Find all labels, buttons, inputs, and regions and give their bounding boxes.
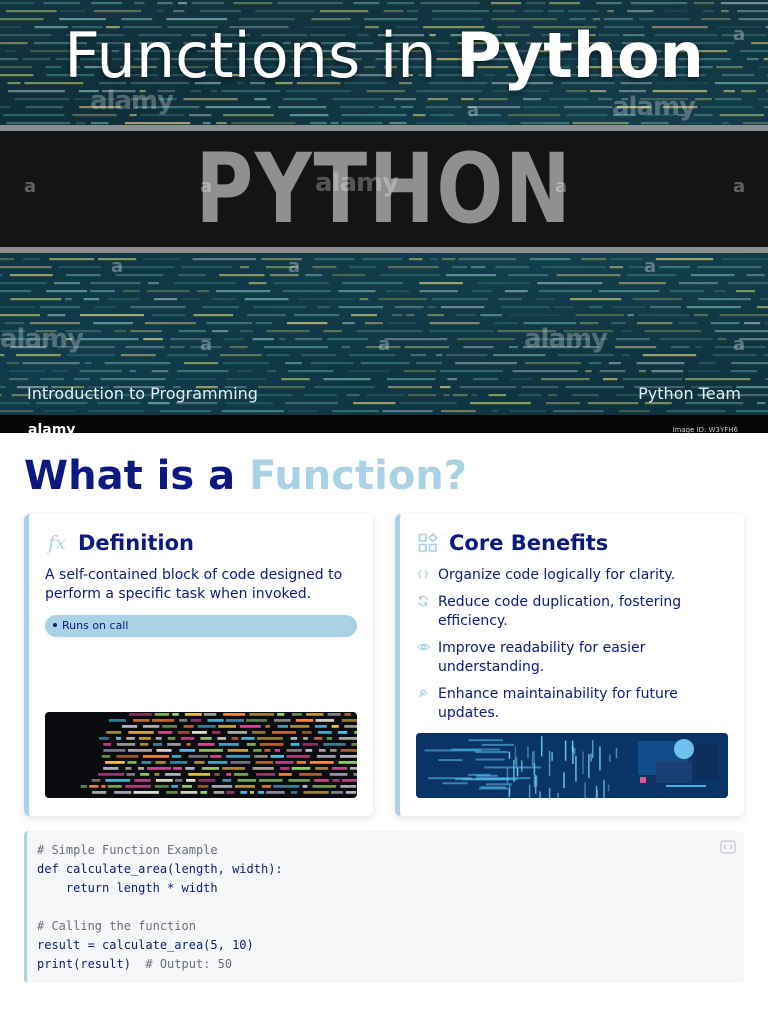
image-credit-strip: alamy Image ID: W3YFH6 xyxy=(0,415,768,433)
code-statement: def calculate_area(length, width): xyxy=(37,862,283,876)
code-line: # Calling the function xyxy=(37,917,283,936)
code-lines: # Simple Function Example def calculate_a… xyxy=(37,841,283,974)
code-line: def calculate_area(length, width): xyxy=(37,860,283,879)
section-heading: What is a Function? xyxy=(24,452,467,500)
code-view-icon[interactable] xyxy=(720,839,736,855)
definition-card: fx Definition A self-contained block of … xyxy=(24,514,373,816)
watermark: alamy xyxy=(524,324,608,354)
benefit-text: Enhance maintainability for future updat… xyxy=(438,686,678,721)
benefits-card-header: Core Benefits xyxy=(417,530,608,556)
hero-title-bold: Python xyxy=(456,19,704,92)
code-line: print(result) # Output: 50 xyxy=(37,955,283,974)
watermark: alamy xyxy=(90,86,174,116)
hero-title-regular: Functions in xyxy=(64,19,457,92)
watermark-letter: a xyxy=(467,100,480,121)
code-comment: # Calling the function xyxy=(37,919,196,933)
watermark: alamy xyxy=(612,92,696,122)
watermark-letter: a xyxy=(200,334,213,355)
code-statement: print(result) xyxy=(37,957,131,971)
benefits-title: Core Benefits xyxy=(449,531,609,555)
hero-subtitle: Introduction to Programming xyxy=(27,384,258,403)
benefit-text: Improve readability for easier understan… xyxy=(438,640,646,675)
tech-dashboard-graphic xyxy=(416,733,728,798)
badge-label: Runs on call xyxy=(62,619,129,632)
bullet-dot xyxy=(53,623,57,627)
watermark: alamy xyxy=(0,324,84,354)
hero-banner: Functions in Python PYTHON alamy alamy a… xyxy=(0,0,768,433)
watermark-letter: a xyxy=(644,256,657,277)
list-item: Organize code logically for clarity. xyxy=(416,566,732,585)
fx-icon: fx xyxy=(48,532,66,554)
benefits-card: Core Benefits Organize code logically fo… xyxy=(395,514,744,816)
code-line: result = calculate_area(5, 10) xyxy=(37,936,283,955)
list-item: Reduce code duplication, fostering effic… xyxy=(416,593,732,631)
code-line: return length * width xyxy=(37,879,283,898)
alamy-logo: alamy xyxy=(28,423,76,433)
code-brackets-icon xyxy=(416,568,430,582)
watermark-letter: a xyxy=(378,334,391,355)
code-line: # Simple Function Example xyxy=(37,841,283,860)
list-item: Improve readability for easier understan… xyxy=(416,639,732,677)
shapes-icon xyxy=(417,532,439,554)
definition-title: Definition xyxy=(78,531,195,555)
code-example-block[interactable]: # Simple Function Example def calculate_a… xyxy=(24,831,744,983)
benefits-list: Organize code logically for clarity. Red… xyxy=(416,566,732,731)
eye-icon xyxy=(416,641,430,655)
image-id: Image ID: W3YFH6 xyxy=(672,427,738,433)
code-comment: # Output: 50 xyxy=(130,957,233,971)
tech-dashboard-image xyxy=(416,733,728,798)
code-screen-image xyxy=(45,712,357,798)
heading-accent: Function? xyxy=(249,453,467,499)
code-statement: return length * width xyxy=(37,881,218,895)
hero-title: Functions in Python xyxy=(0,20,768,92)
runs-on-call-badge: Runs on call xyxy=(45,615,357,637)
definition-card-header: fx Definition xyxy=(46,530,194,556)
watermark-letter: a xyxy=(733,176,746,197)
watermark-letter: a xyxy=(111,256,124,277)
watermark-letter: a xyxy=(555,176,568,197)
heading-main: What is a xyxy=(24,453,249,499)
recycle-icon xyxy=(416,595,430,609)
code-comment: # Simple Function Example xyxy=(37,843,218,857)
benefit-text: Reduce code duplication, fostering effic… xyxy=(438,594,682,629)
benefit-text: Organize code logically for clarity. xyxy=(438,567,676,583)
watermark-letter: a xyxy=(733,24,746,45)
watermark: alamy xyxy=(315,168,399,198)
watermark-letter: a xyxy=(288,256,301,277)
wrench-icon xyxy=(416,687,430,701)
definition-text: A self-contained block of code designed … xyxy=(45,567,343,602)
watermark-letter: a xyxy=(24,176,37,197)
list-item: Enhance maintainability for future updat… xyxy=(416,685,732,723)
hero-team: Python Team xyxy=(638,384,741,403)
watermark-letter: a xyxy=(200,176,213,197)
code-screen-graphic xyxy=(80,713,357,794)
code-statement: result = calculate_area(5, 10) xyxy=(37,938,254,952)
watermark-letter: a xyxy=(733,334,746,355)
